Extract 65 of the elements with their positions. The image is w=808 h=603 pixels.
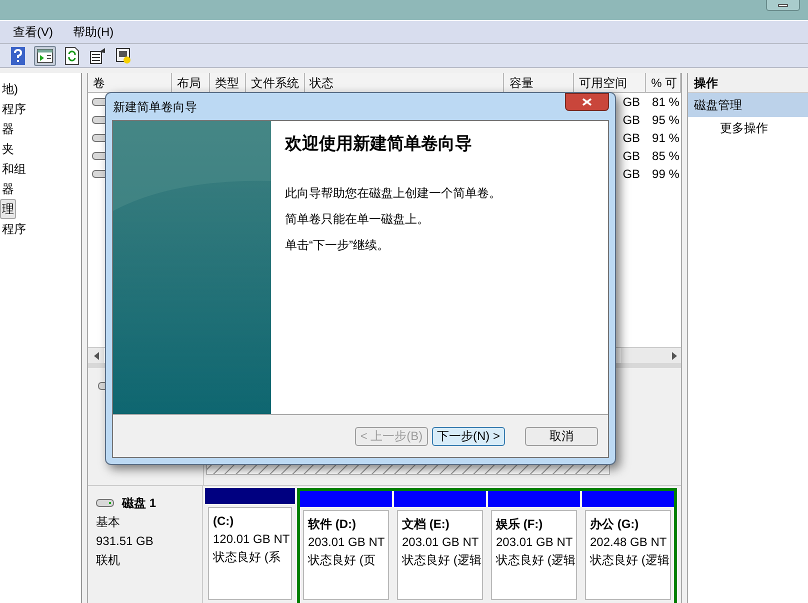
tree-item[interactable]: 理: [0, 199, 16, 219]
toolbar-button[interactable]: [8, 46, 28, 66]
close-icon: [582, 98, 592, 106]
tree-item[interactable]: 夹: [0, 139, 16, 159]
scroll-right-icon: [672, 352, 677, 360]
panel-icon: [37, 48, 53, 62]
column-header[interactable]: % 可: [646, 73, 682, 92]
toolbar-button[interactable]: [62, 46, 82, 66]
toolbar-button[interactable]: [88, 46, 108, 66]
table-cell: 99 %: [652, 167, 680, 181]
panel-title: 操作: [688, 73, 808, 93]
partition-name: 软件 (D:): [308, 516, 357, 533]
partition-name: (C:): [213, 513, 235, 530]
menu-item[interactable]: 帮助(H): [73, 23, 114, 41]
partition-name: 办公 (G:): [590, 516, 640, 533]
tree-item[interactable]: 程序: [0, 219, 28, 239]
toolbar-button[interactable]: [34, 46, 56, 66]
table-cell: 81 %: [652, 95, 680, 109]
wizard-text: 单击“下一步”继续。: [285, 236, 390, 254]
partition-size: 203.01 GB NT: [496, 534, 572, 551]
table-cell: 95 %: [652, 113, 680, 127]
minimize-button[interactable]: [766, 0, 800, 11]
table-cell-text: GB: [622, 130, 640, 147]
partition-size: 120.01 GB NT: [213, 531, 287, 548]
close-button[interactable]: [565, 93, 609, 111]
table-cell-text: GB: [622, 148, 640, 165]
partition-size: 203.01 GB NT: [402, 534, 478, 551]
wizard-text: 简单卷只能在单一磁盘上。: [285, 210, 430, 228]
table-cell: 91 %: [652, 131, 680, 145]
export-icon: [116, 48, 132, 64]
drive-icon: [98, 382, 105, 390]
table-cell-text: GB: [622, 94, 640, 111]
tree-item[interactable]: 器: [0, 119, 16, 139]
properties-icon: [90, 48, 106, 64]
table-cell: 85 %: [652, 149, 680, 163]
disk-status: 联机: [96, 552, 121, 569]
wizard-heading: 欢迎使用新建简单卷向导: [285, 133, 473, 155]
wizard-text: 此向导帮助您在磁盘上创建一个简单卷。: [285, 184, 502, 202]
scroll-left-icon: [94, 352, 98, 360]
tree-item[interactable]: 程序: [0, 99, 28, 119]
drive-icon: [96, 499, 114, 507]
scroll-right-button[interactable]: [621, 348, 681, 363]
tree-item[interactable]: 器: [0, 179, 16, 199]
disk-name: 磁盘 1: [122, 495, 156, 512]
partition-status: 状态良好 (页: [308, 552, 376, 569]
menu-item[interactable]: 查看(V): [13, 23, 53, 41]
help-icon: [11, 46, 25, 64]
disk-size: 931.51 GB: [96, 533, 154, 550]
partition-name: 文档 (E:): [402, 516, 450, 533]
table-cell-text: GB: [622, 166, 640, 183]
action-item[interactable]: 磁盘管理: [688, 93, 808, 117]
dialog-title: 新建简单卷向导: [113, 99, 197, 116]
partition-status: 状态良好 (系: [213, 549, 282, 566]
tree-item[interactable]: 和组: [0, 159, 28, 179]
partition-size: 202.48 GB NT: [590, 534, 666, 551]
partition-name: 娱乐 (F:): [496, 516, 544, 533]
refresh-icon: [65, 46, 79, 64]
wizard-button[interactable]: 取消: [525, 426, 598, 446]
scroll-left-button[interactable]: [88, 348, 104, 363]
disk-type: 基本: [96, 514, 121, 531]
partition-size: 203.01 GB NT: [308, 534, 384, 551]
tree-item[interactable]: 地): [0, 79, 20, 99]
action-item[interactable]: 更多操作: [688, 117, 808, 139]
table-cell-text: GB: [622, 112, 640, 129]
wizard-button[interactable]: 下一步(N) >: [432, 426, 505, 446]
